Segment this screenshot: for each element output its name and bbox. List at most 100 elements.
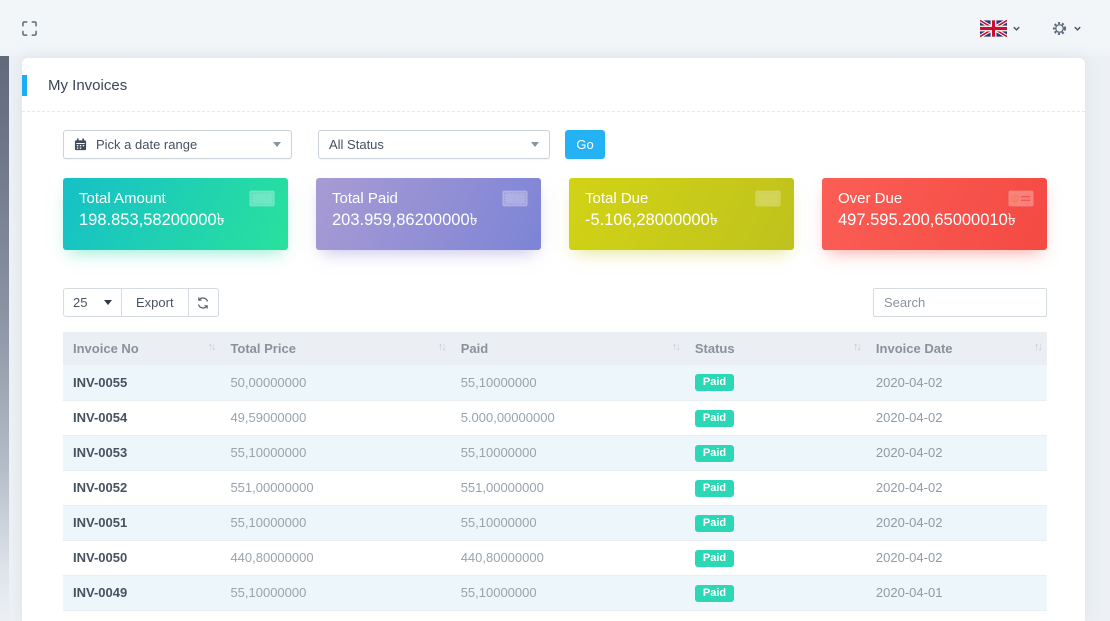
table-row[interactable]: INV-0053 55,10000000 55,10000000 Paid 20… [63,435,1047,471]
status-badge: Paid [694,479,735,497]
column-header-total-price[interactable]: Total Price ↑↓ [220,332,451,365]
settings-menu[interactable] [1051,20,1082,37]
money-check-icon: $ [1008,190,1034,212]
total-due-card: Total Due -5.106,28000000৳ [569,178,794,250]
status-badge: Paid [694,409,735,427]
paid-cell: 55,10000000 [450,505,685,541]
filter-bar: Pick a date range All Status Go [63,130,605,159]
table-actions-group: 25 Export [63,288,219,317]
language-switcher[interactable] [980,19,1021,37]
column-header-invoice-date[interactable]: Invoice Date ↑↓ [865,332,1047,365]
status-badge: Paid [694,584,735,602]
refresh-button[interactable] [187,288,219,317]
paid-cell: 55,10000000 [450,365,685,401]
date-range-value: Pick a date range [96,137,198,152]
card-value: 497.595.200,65000010৳ [838,211,1016,229]
table-row[interactable]: INV-0050 440,80000000 440,80000000 Paid … [63,540,1047,576]
status-cell: Paid [684,505,866,541]
card-value: 198.853,58200000৳ [79,211,225,229]
chevron-down-icon [1074,26,1081,31]
invoice-date-cell: 2020-04-02 [865,365,1047,401]
status-cell: Paid [684,435,866,471]
invoice-date-cell: 2020-04-02 [865,470,1047,506]
table-row[interactable]: INV-0052 551,00000000 551,00000000 Paid … [63,470,1047,506]
sort-icon[interactable]: ↑↓ [1034,341,1043,353]
status-badge: Paid [694,444,735,462]
topbar [0,0,1110,56]
panel-header: My Invoices [22,58,1085,112]
banknote-icon [755,190,781,212]
total-price-cell: 55,10000000 [220,575,451,611]
invoice-date-cell: 2020-04-02 [865,505,1047,541]
invoice-no-cell: INV-0049 [63,575,221,611]
uk-flag-icon [980,19,1007,37]
page-size-select[interactable]: 25 [63,288,122,317]
my-invoices-panel: My Invoices Pick a date range All Status… [22,58,1085,621]
status-cell: Paid [684,400,866,436]
date-range-picker[interactable]: Pick a date range [63,130,292,159]
column-header-invoice-no[interactable]: Invoice No ↑↓ [63,332,221,365]
banknote-icon [502,190,528,212]
card-label: Total Paid [332,190,398,207]
status-cell: Paid [684,540,866,576]
go-button[interactable]: Go [565,130,605,159]
page-size-value: 25 [73,295,88,310]
table-row[interactable]: INV-0054 49,59000000 5.000,00000000 Paid… [63,400,1047,436]
invoice-no-cell: INV-0051 [63,505,221,541]
card-label: Total Amount [79,190,166,207]
invoice-no-cell: INV-0055 [63,365,221,401]
sort-icon[interactable]: ↑↓ [207,341,216,353]
total-amount-card: Total Amount 198.853,58200000৳ [63,178,288,250]
table-row[interactable]: INV-0055 50,00000000 55,10000000 Paid 20… [63,365,1047,401]
paid-cell: 440,80000000 [450,540,685,576]
invoice-date-cell: 2020-04-02 [865,435,1047,471]
gear-icon [1052,21,1067,35]
table-row[interactable]: INV-0051 55,10000000 55,10000000 Paid 20… [63,505,1047,541]
column-header-paid[interactable]: Paid ↑↓ [450,332,685,365]
total-price-cell: 55,10000000 [220,435,451,471]
calendar-icon [74,138,87,151]
total-price-cell: 440,80000000 [220,540,451,576]
paid-cell: 55,10000000 [450,435,685,471]
invoice-no-cell: INV-0053 [63,435,221,471]
caret-down-icon [104,300,112,305]
status-badge: Paid [694,514,735,532]
export-button[interactable]: Export [121,288,189,317]
column-header-status[interactable]: Status ↑↓ [684,332,866,365]
status-badge: Paid [694,549,735,567]
table-header-row: Invoice No ↑↓ Total Price ↑↓ Paid ↑↓ Status… [63,332,1047,365]
chevron-down-icon [273,142,281,147]
status-filter-value: All Status [329,137,384,152]
invoices-table: Invoice No ↑↓ Total Price ↑↓ Paid ↑↓ Status… [63,332,1047,611]
total-paid-card: Total Paid 203.959,86200000৳ [316,178,541,250]
invoice-no-cell: INV-0052 [63,470,221,506]
title-accent-bar [22,75,27,96]
total-price-cell: 50,00000000 [220,365,451,401]
sort-icon[interactable]: ↑↓ [672,341,681,353]
status-cell: Paid [684,470,866,506]
collapsed-sidebar-edge [0,0,9,621]
fullscreen-toggle-button[interactable] [22,20,37,36]
banknote-icon [249,190,275,212]
paid-cell: 55,10000000 [450,575,685,611]
summary-cards: Total Amount 198.853,58200000৳ Total Pai… [63,178,1047,250]
chevron-down-icon [1013,26,1020,31]
invoice-no-cell: INV-0054 [63,400,221,436]
total-price-cell: 55,10000000 [220,505,451,541]
invoice-date-cell: 2020-04-02 [865,400,1047,436]
status-cell: Paid [684,575,866,611]
card-label: Total Due [585,190,649,207]
invoice-date-cell: 2020-04-02 [865,540,1047,576]
table-controls: 25 Export [63,288,1047,317]
status-filter-select[interactable]: All Status [318,130,550,159]
search-input[interactable] [873,288,1047,317]
invoice-no-cell: INV-0050 [63,540,221,576]
sort-icon[interactable]: ↑↓ [853,341,862,353]
total-price-cell: 551,00000000 [220,470,451,506]
status-cell: Paid [684,365,866,401]
sort-icon[interactable]: ↑↓ [438,341,447,353]
expand-icon [22,20,37,36]
card-value: 203.959,86200000৳ [332,211,478,229]
table-row[interactable]: INV-0049 55,10000000 55,10000000 Paid 20… [63,575,1047,611]
invoice-date-cell: 2020-04-01 [865,575,1047,611]
